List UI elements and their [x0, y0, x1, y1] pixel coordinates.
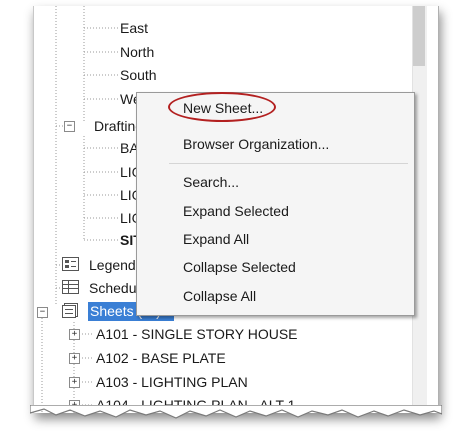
tree-item-legends[interactable]: Legends	[89, 254, 143, 276]
menu-item-collapse-all[interactable]: Collapse All	[183, 285, 256, 307]
tree-item-view-south[interactable]: South	[120, 64, 157, 86]
menu-item-browser-organization[interactable]: Browser Organization...	[183, 133, 329, 155]
torn-edge	[30, 405, 442, 419]
annotation-highlight-ring	[168, 92, 276, 122]
tree-item-sheet-a103[interactable]: A103 - LIGHTING PLAN	[96, 371, 248, 393]
tree-item-sheet-a102[interactable]: A102 - BASE PLATE	[96, 347, 226, 369]
expand-sheet-a101-icon[interactable]: +	[69, 329, 80, 340]
schedule-icon	[62, 280, 79, 294]
scrollbar-thumb[interactable]	[413, 6, 425, 66]
tree-item-view-north[interactable]: North	[120, 41, 154, 63]
expand-sheet-a103-icon[interactable]: +	[69, 377, 80, 388]
legend-icon	[62, 257, 79, 271]
collapse-sheets-icon[interactable]: −	[37, 307, 48, 318]
tree-item-sheet-a101[interactable]: A101 - SINGLE STORY HOUSE	[96, 323, 298, 345]
menu-separator	[169, 163, 408, 164]
menu-item-expand-all[interactable]: Expand All	[183, 228, 249, 250]
menu-item-expand-selected[interactable]: Expand Selected	[183, 200, 289, 222]
tree-item-view-east[interactable]: East	[120, 17, 148, 39]
context-menu: New Sheet... Browser Organization... Sea…	[136, 92, 415, 316]
expand-sheet-a102-icon[interactable]: +	[69, 353, 80, 364]
collapse-drafting-icon[interactable]: −	[64, 121, 75, 132]
sheets-icon	[62, 303, 78, 318]
menu-item-search[interactable]: Search...	[183, 171, 239, 193]
menu-item-collapse-selected[interactable]: Collapse Selected	[183, 256, 296, 278]
